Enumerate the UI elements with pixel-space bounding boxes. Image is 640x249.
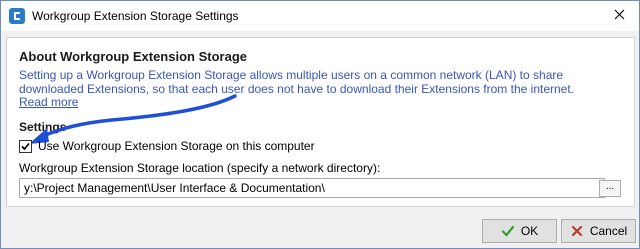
use-storage-checkbox[interactable] xyxy=(19,140,32,153)
settings-panel: About Workgroup Extension Storage Settin… xyxy=(6,37,635,207)
app-logo-icon xyxy=(9,8,25,24)
window-title: Workgroup Extension Storage Settings xyxy=(32,9,239,23)
close-icon xyxy=(614,9,625,23)
title-bar[interactable]: Workgroup Extension Storage Settings xyxy=(1,1,639,31)
cancel-button[interactable]: Cancel xyxy=(561,219,636,243)
settings-heading: Settings xyxy=(19,120,67,134)
cancel-label: Cancel xyxy=(589,224,628,238)
ok-button[interactable]: OK xyxy=(482,219,557,243)
use-storage-label[interactable]: Use Workgroup Extension Storage on this … xyxy=(38,139,315,153)
settings-dialog: Workgroup Extension Storage Settings Abo… xyxy=(0,0,640,249)
browse-button[interactable]: ... xyxy=(599,180,621,197)
read-more-link[interactable]: Read more xyxy=(19,95,78,109)
red-x-icon xyxy=(570,224,584,238)
checkmark-icon xyxy=(21,142,30,151)
green-check-icon xyxy=(501,224,515,238)
storage-location-input[interactable] xyxy=(19,178,605,198)
close-button[interactable] xyxy=(599,1,639,31)
about-heading: About Workgroup Extension Storage xyxy=(19,49,247,64)
ok-label: OK xyxy=(520,224,539,238)
storage-location-label: Workgroup Extension Storage location (sp… xyxy=(19,161,381,175)
about-description: Setting up a Workgroup Extension Storage… xyxy=(19,68,575,96)
